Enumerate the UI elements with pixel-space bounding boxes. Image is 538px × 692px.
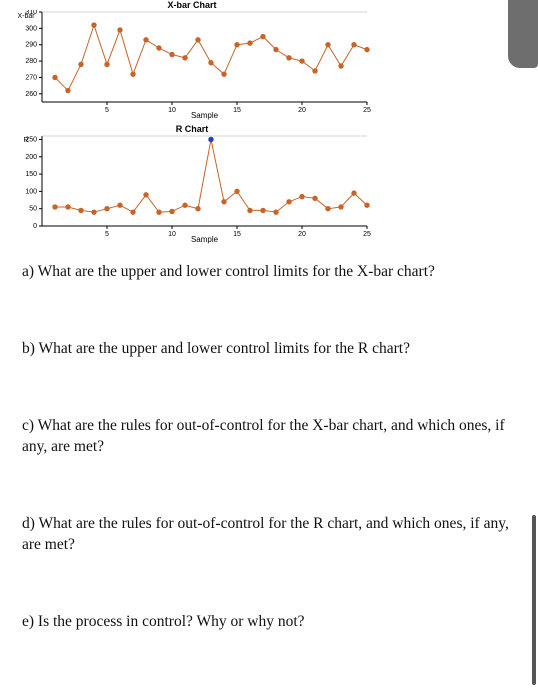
question-c-text: What are the rules for out-of-control fo… (22, 417, 505, 455)
svg-text:15: 15 (233, 231, 241, 238)
side-tab[interactable] (508, 0, 538, 68)
r-chart-title: R Chart (12, 124, 372, 134)
xbar-chart-svg: 260270280290300310510152025X-barSample (12, 10, 372, 120)
page-content: X-bar Chart 260270280290300310510152025X… (0, 0, 538, 632)
svg-text:10: 10 (168, 107, 176, 114)
question-c: c) What are the rules for out-of-control… (22, 416, 510, 458)
question-d-text: What are the rules for out-of-control fo… (22, 515, 509, 553)
question-e-text: Is the process in control? Why or why no… (38, 613, 305, 630)
r-chart-svg: 050100150200250510152025RSample (12, 134, 372, 244)
questions-block: a) What are the upper and lower control … (8, 248, 530, 632)
svg-text:R: R (23, 137, 28, 144)
svg-text:270: 270 (25, 74, 37, 81)
svg-text:100: 100 (25, 188, 37, 195)
question-b-label: b) (22, 340, 35, 357)
svg-text:0: 0 (33, 223, 37, 230)
scrollbar-thumb[interactable] (532, 515, 536, 685)
svg-text:260: 260 (25, 91, 37, 98)
svg-text:280: 280 (25, 58, 37, 65)
question-e: e) Is the process in control? Why or why… (22, 612, 510, 633)
svg-text:25: 25 (363, 107, 371, 114)
svg-text:20: 20 (298, 231, 306, 238)
svg-text:50: 50 (29, 206, 37, 213)
svg-text:25: 25 (363, 231, 371, 238)
question-d-label: d) (22, 515, 35, 532)
svg-text:290: 290 (25, 42, 37, 49)
svg-text:X-bar: X-bar (17, 13, 35, 20)
question-a-text: What are the upper and lower control lim… (38, 263, 435, 280)
svg-text:Sample: Sample (191, 235, 219, 244)
question-a: a) What are the upper and lower control … (22, 262, 510, 283)
svg-text:150: 150 (25, 171, 37, 178)
svg-text:5: 5 (105, 231, 109, 238)
svg-text:20: 20 (298, 107, 306, 114)
question-e-label: e) (22, 613, 34, 630)
question-a-label: a) (22, 263, 34, 280)
svg-text:10: 10 (168, 231, 176, 238)
question-b-text: What are the upper and lower control lim… (39, 340, 410, 357)
question-b: b) What are the upper and lower control … (22, 339, 510, 360)
svg-text:300: 300 (25, 25, 37, 32)
r-chart: R Chart 050100150200250510152025RSample (12, 124, 372, 244)
question-d: d) What are the rules for out-of-control… (22, 514, 510, 556)
svg-text:Sample: Sample (191, 111, 219, 120)
svg-text:5: 5 (105, 107, 109, 114)
question-c-label: c) (22, 417, 34, 434)
svg-text:200: 200 (25, 154, 37, 161)
xbar-chart: X-bar Chart 260270280290300310510152025X… (12, 0, 372, 120)
xbar-chart-title: X-bar Chart (12, 0, 372, 10)
svg-text:15: 15 (233, 107, 241, 114)
